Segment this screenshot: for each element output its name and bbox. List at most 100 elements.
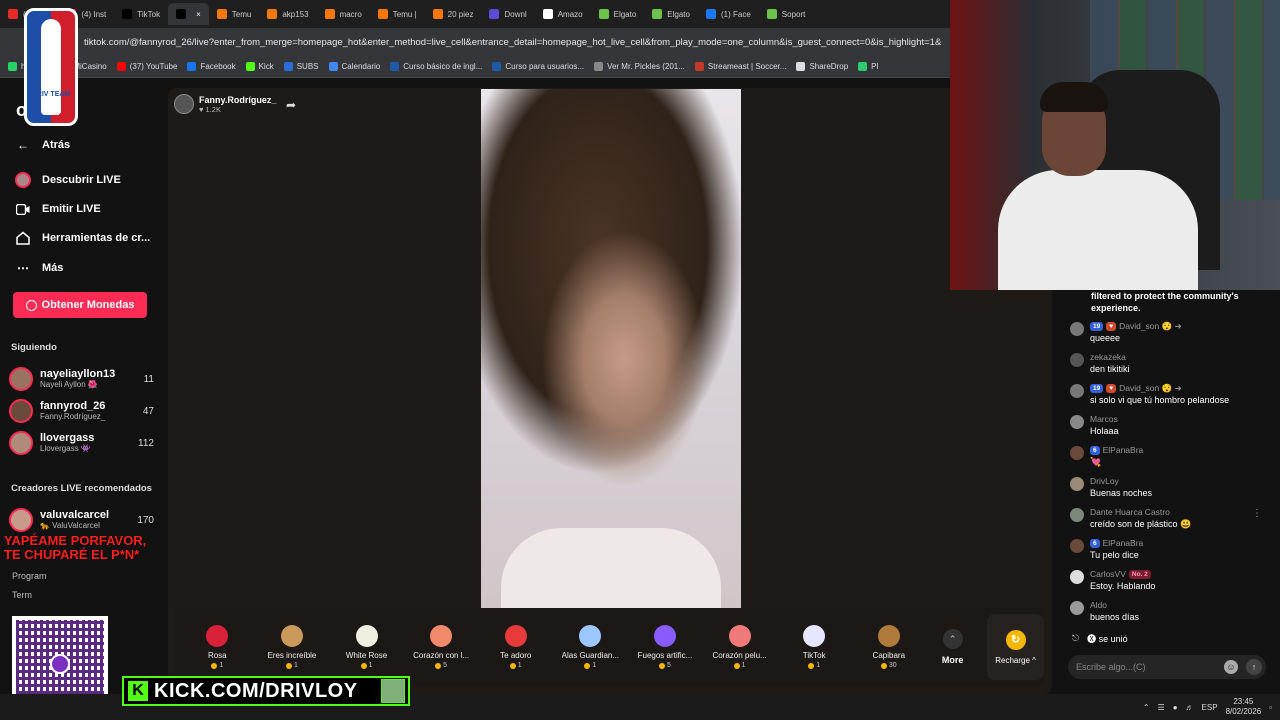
following-item[interactable]: nayeliayllon13 Nayeli Ayllon 🌺 11	[9, 365, 154, 393]
chat-username[interactable]: CarlosVV No. 2	[1090, 568, 1155, 580]
browser-tab[interactable]: Temu |	[370, 3, 425, 25]
live-stream-panel: Fanny.Rodríguez_ ♥ 1.2K ➦ Rosa 1 Eres incr…	[168, 88, 1052, 694]
chat-message[interactable]: DrivLoy Buenas noches	[1070, 475, 1270, 499]
sidebar-link-program[interactable]: Program	[12, 571, 47, 581]
nav-go-live[interactable]: Emitir LIVE	[14, 200, 101, 218]
browser-tab[interactable]: akp153	[259, 3, 316, 25]
gift-price: 1	[584, 662, 596, 669]
bookmark[interactable]: Streameast | Soccer...	[694, 62, 786, 71]
browser-tab[interactable]: Temu	[209, 3, 260, 25]
chat-message[interactable]: 19 ♥ David_son 😯 ➜ si solo vi que tú hombro…	[1070, 382, 1270, 406]
browser-tab[interactable]: Amazo	[535, 3, 591, 25]
mic-icon[interactable]: ●	[1173, 703, 1178, 712]
nav-creator-tools[interactable]: Herramientas de cr...	[14, 229, 150, 247]
browser-tab[interactable]: 20 piez	[425, 3, 482, 25]
avatar[interactable]	[1070, 508, 1084, 522]
avatar[interactable]	[1070, 384, 1084, 398]
host-info[interactable]: Fanny.Rodríguez_ ♥ 1.2K	[174, 94, 276, 114]
get-coins-button[interactable]: Obtener Monedas	[13, 292, 147, 318]
message-menu-icon[interactable]: ⋮	[1252, 508, 1262, 519]
chat-username[interactable]: 6 ElPanaBra	[1090, 537, 1143, 549]
gift-item[interactable]: Eres increíble 1	[255, 625, 330, 669]
clock[interactable]: 23:45 8/02/2026	[1226, 697, 1262, 717]
gift-item[interactable]: Corazón con l... 5	[404, 625, 479, 669]
browser-tab[interactable]: Elgato	[644, 3, 698, 25]
recommended-item[interactable]: valuvalcarcel 🐆 ValuValcarcel 170	[9, 506, 154, 534]
chat-message[interactable]: Aldo buenos días	[1070, 599, 1270, 623]
avatar[interactable]	[1070, 446, 1084, 460]
chat-message[interactable]: zekazeka den tikitiki	[1070, 351, 1270, 375]
share-icon[interactable]: ➦	[286, 98, 296, 112]
bookmark[interactable]: Curso para usuarios...	[492, 62, 584, 71]
back-button[interactable]: ← Atrás	[14, 136, 70, 154]
gift-item[interactable]: Corazón pelu... 1	[702, 625, 777, 669]
following-item[interactable]: fannyrod_26 Fanny.Rodríguez_ 47	[9, 397, 154, 425]
chat-message[interactable]: 19 ♥ David_son 😯 ➜ queeee	[1070, 320, 1270, 344]
browser-tab[interactable]: Downl	[481, 3, 534, 25]
avatar[interactable]	[1070, 353, 1084, 367]
bookmark[interactable]: Pl	[858, 62, 878, 71]
bookmark[interactable]: Kick	[245, 62, 274, 71]
recharge-button[interactable]: ↻ Recharge ^	[987, 614, 1045, 680]
following-item[interactable]: llovergass Llovergass 👾 112	[9, 429, 154, 457]
nav-more[interactable]: ⋯ Más	[14, 259, 63, 277]
bookmark[interactable]: Calendario	[328, 62, 380, 71]
chat-username[interactable]: 19 ♥ David_son 😯 ➜	[1090, 382, 1229, 394]
chat-message[interactable]: 6 ElPanaBra 💘	[1070, 444, 1270, 468]
chat-message[interactable]: CarlosVV No. 2 Estoy. Hablando	[1070, 568, 1270, 592]
chat-username[interactable]: 19 ♥ David_son 😯 ➜	[1090, 320, 1182, 332]
more-gifts-button[interactable]: ⌃ More	[926, 629, 979, 665]
gift-item[interactable]: Te adoro 1	[478, 625, 553, 669]
chat-message[interactable]: Marcos Holaaa	[1070, 413, 1270, 437]
live-video[interactable]	[481, 89, 741, 608]
bookmark[interactable]: Ver Mr. Pickles (201...	[594, 62, 685, 71]
avatar[interactable]	[1070, 415, 1084, 429]
chevron-up-icon[interactable]: ⌃	[1143, 703, 1150, 712]
browser-tab[interactable]: ×	[168, 3, 209, 25]
chat-username[interactable]: Aldo	[1090, 599, 1139, 611]
gift-item[interactable]: TikTok 1	[777, 625, 852, 669]
gift-item[interactable]: Rosa 1	[180, 625, 255, 669]
browser-tab[interactable]: TikTok	[114, 3, 168, 25]
nav-label: Descubrir LIVE	[42, 174, 121, 186]
chat-username[interactable]: zekazeka	[1090, 351, 1130, 363]
language-indicator[interactable]: ESP	[1202, 703, 1218, 712]
chat-username-text: Dante Huarca Castro	[1090, 507, 1170, 517]
bookmark[interactable]: Curso básico de ingl...	[390, 62, 482, 71]
gift-item[interactable]: Fuegos artific... 5	[628, 625, 703, 669]
avatar[interactable]	[1070, 477, 1084, 491]
avatar[interactable]	[1070, 539, 1084, 553]
chat-message[interactable]: Dante Huarca Castro creído son de plástic…	[1070, 506, 1270, 530]
gift-item[interactable]: White Rose 1	[329, 625, 404, 669]
bookmark[interactable]: Facebook	[187, 62, 236, 71]
notification-icon[interactable]: ▫	[1269, 703, 1272, 712]
sidebar-link-terms[interactable]: Term	[12, 590, 32, 600]
browser-tab[interactable]: Elgato	[591, 3, 645, 25]
bookmark[interactable]: ShareDrop	[796, 62, 848, 71]
bookmark[interactable]: SUBS	[283, 62, 319, 71]
avatar[interactable]	[1070, 601, 1084, 615]
send-icon[interactable]: ↑	[1246, 659, 1262, 675]
browser-tab[interactable]: Soport	[759, 3, 814, 25]
speaker-icon[interactable]: ♬	[1186, 703, 1194, 712]
chat-username[interactable]: Marcos	[1090, 413, 1119, 425]
emoji-icon[interactable]: ☺	[1224, 660, 1238, 674]
url-text[interactable]: tiktok.com/@fannyrod_26/live?enter_from_…	[84, 37, 941, 48]
chat-message[interactable]: 6 ElPanaBra Tu pelo dice	[1070, 537, 1270, 561]
gift-item[interactable]: Alas Guardian... 1	[553, 625, 628, 669]
gift-item[interactable]: Capibara 30	[851, 625, 926, 669]
chat-username[interactable]: 6 ElPanaBra	[1090, 444, 1143, 456]
host-avatar[interactable]	[174, 94, 194, 114]
wifi-icon[interactable]: ☰	[1158, 703, 1165, 712]
close-tab-icon[interactable]: ×	[196, 10, 201, 19]
avatar[interactable]	[1070, 322, 1084, 336]
avatar[interactable]	[1070, 570, 1084, 584]
bookmark[interactable]: (37) YouTube	[116, 62, 177, 71]
chat-input[interactable]: Escribe algo...(C) ☺ ↑	[1068, 655, 1266, 679]
nav-discover-live[interactable]: Descubrir LIVE	[14, 171, 121, 189]
address-bar[interactable]: tiktok.com/@fannyrod_26/live?enter_from_…	[0, 28, 950, 56]
chat-username[interactable]: DrivLoy	[1090, 475, 1152, 487]
browser-tab[interactable]: macro	[317, 3, 370, 25]
chat-username[interactable]: Dante Huarca Castro	[1090, 506, 1191, 518]
browser-tab[interactable]: (1) Face	[698, 3, 759, 25]
